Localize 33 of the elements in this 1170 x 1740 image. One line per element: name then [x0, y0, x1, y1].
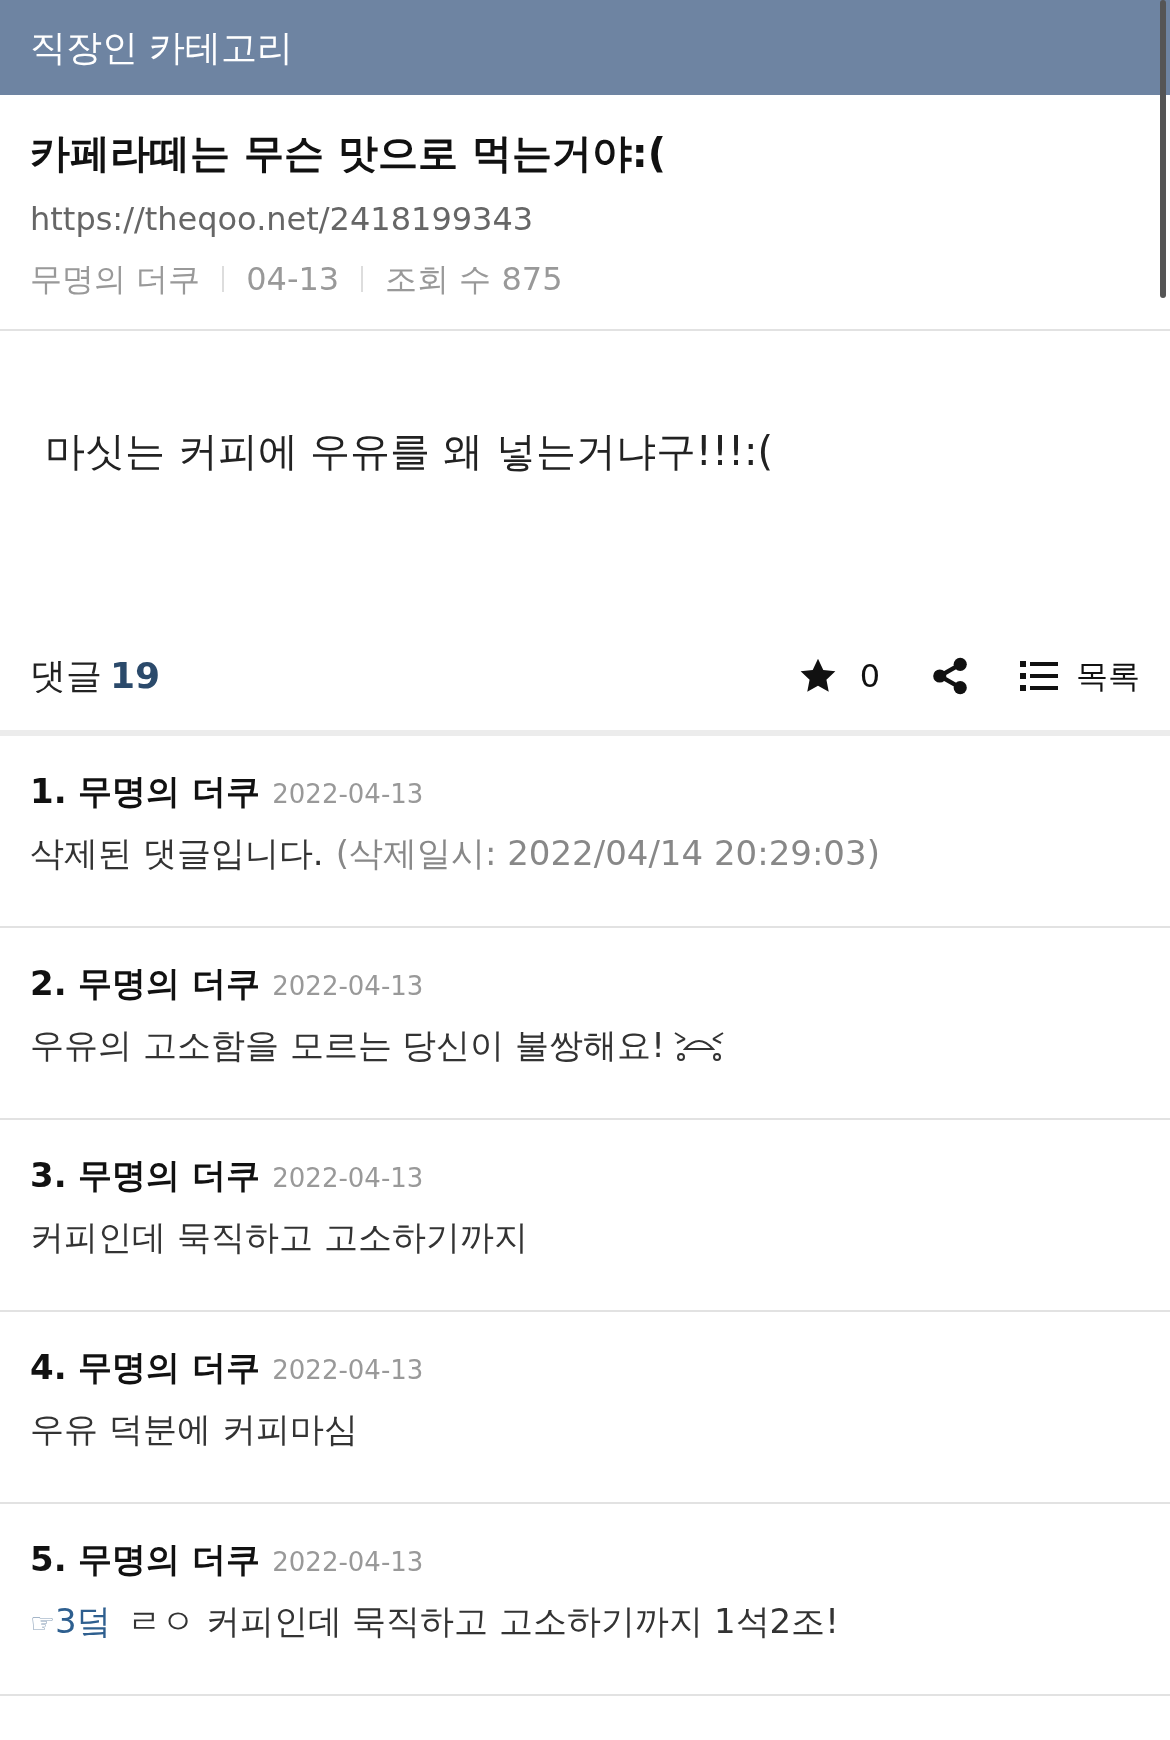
- post-url: https://theqoo.net/2418199343: [30, 199, 535, 240]
- share-button[interactable]: [932, 656, 968, 695]
- comment-date: 2022-04-13: [272, 1354, 424, 1387]
- comment-text: 커피인데 묵직하고 고소하기까지: [30, 1216, 529, 1259]
- comment-text: 우유 덕분에 커피마심: [30, 1408, 359, 1451]
- share-icon: [932, 656, 968, 695]
- comment-author: 2. 무명의 더쿠: [30, 962, 261, 1005]
- post-meta: 04-13: [246, 259, 340, 300]
- star-button[interactable]: 0: [797, 651, 880, 700]
- comment-date: 2022-04-13: [272, 970, 424, 1003]
- post-meta: 조회 수 875: [385, 259, 563, 300]
- scroll-thumb[interactable]: [1160, 0, 1166, 298]
- comments-label: 댓글: [30, 653, 102, 698]
- pointing-hand-icon: ☞: [30, 1603, 56, 1645]
- list-icon: [1020, 660, 1058, 691]
- comment-text: 우유의 고소함을 모르는 당신이 불쌍해요!: [30, 1024, 665, 1067]
- comment-author: 4. 무명의 더쿠: [30, 1346, 261, 1389]
- list-button[interactable]: 목록: [1020, 651, 1140, 700]
- comment-date: 2022-04-13: [272, 1162, 424, 1195]
- comment-author: 1. 무명의 더쿠: [30, 770, 261, 813]
- comment-text: 삭제된 댓글입니다.: [30, 832, 324, 875]
- post-meta: 무명의 더쿠: [30, 259, 201, 300]
- comment-date: 2022-04-13: [272, 1546, 424, 1579]
- post-title: 카페라떼는 무슨 맛으로 먹는거야:(: [30, 129, 668, 178]
- deletion-time: (삭제일시: 2022/04/14 20:29:03): [335, 832, 880, 875]
- comment-author: 3. 무명의 더쿠: [30, 1154, 261, 1197]
- comment-text: ㄹㅇ 커피인데 묵직하고 고소하기까지 1석2조!: [126, 1600, 839, 1643]
- comments-count: 19: [110, 653, 161, 698]
- reply-link[interactable]: 3덬: [55, 1599, 111, 1644]
- comment-author: 5. 무명의 더쿠: [30, 1538, 261, 1581]
- comment-date: 2022-04-13: [272, 778, 424, 811]
- post-body: 마싯는 커피에 우유를 왜 넣는거냐구!!!:(: [45, 427, 775, 476]
- category-title: 직장인 카테고리: [30, 25, 294, 70]
